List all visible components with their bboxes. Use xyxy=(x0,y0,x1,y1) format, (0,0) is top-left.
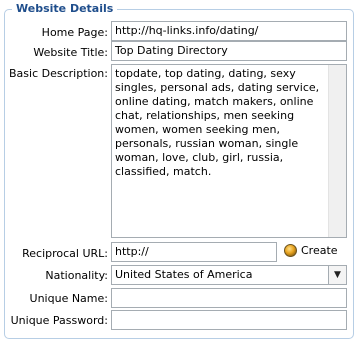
unique-name-label: Unique Name: xyxy=(29,292,108,305)
globe-icon xyxy=(284,244,297,257)
website-title-input[interactable]: Top Dating Directory xyxy=(111,41,347,61)
section-title: Website Details xyxy=(12,2,118,15)
website-title-value: Top Dating Directory xyxy=(115,44,228,57)
unique-password-input[interactable] xyxy=(111,310,347,330)
chevron-down-icon[interactable]: ▼ xyxy=(328,266,346,284)
home-page-input[interactable]: http://hq-links.info/dating/ xyxy=(111,21,347,41)
description-scrollbar[interactable] xyxy=(328,65,346,237)
description-value: topdate, top dating, dating, sexy single… xyxy=(115,67,320,178)
description-label: Basic Description: xyxy=(9,67,108,80)
nationality-select[interactable]: United States of America ▼ xyxy=(111,265,347,285)
reciprocal-url-input[interactable]: http:// xyxy=(111,242,277,262)
website-title-label: Website Title: xyxy=(33,46,108,59)
home-page-label: Home Page: xyxy=(41,26,108,39)
description-textarea[interactable]: topdate, top dating, dating, sexy single… xyxy=(111,64,347,238)
nationality-value: United States of America xyxy=(115,268,253,281)
reciprocal-url-label: Reciprocal URL: xyxy=(22,247,108,260)
unique-password-label: Unique Password: xyxy=(10,314,108,327)
home-page-value: http://hq-links.info/dating/ xyxy=(115,24,259,37)
reciprocal-url-value: http:// xyxy=(115,245,149,258)
create-label: Create xyxy=(301,244,338,257)
nationality-label: Nationality: xyxy=(45,269,108,282)
unique-name-input[interactable] xyxy=(111,288,347,308)
create-button[interactable]: Create xyxy=(284,244,338,257)
